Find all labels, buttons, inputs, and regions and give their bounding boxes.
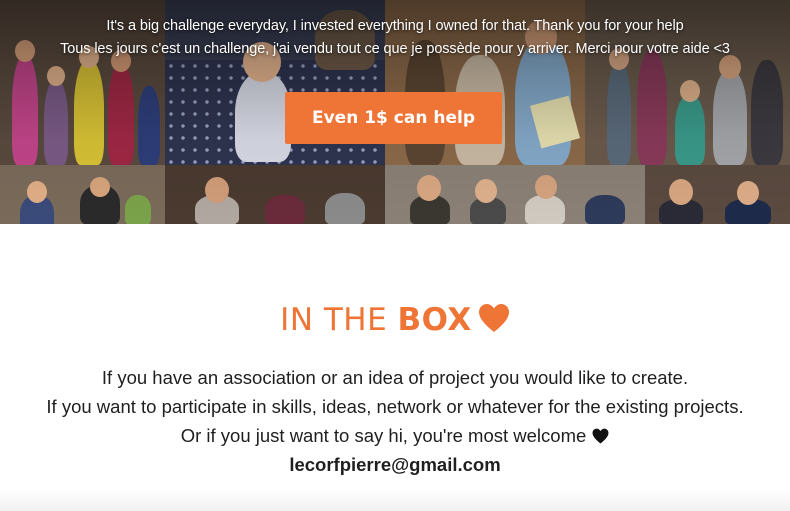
invite-line-say-hi: Or if you just want to say hi, you're mo…	[0, 425, 790, 449]
say-hi-text: Or if you just want to say hi, you're mo…	[180, 425, 587, 446]
hero-english-message: It's a big challenge everyday, I investe…	[106, 18, 684, 34]
heart-icon	[478, 303, 510, 341]
in-the-box-title: IN THE BOX	[0, 302, 790, 341]
invite-line-participate: If you want to participate in skills, id…	[46, 396, 744, 417]
hero-photo-collage: It's a big challenge everyday, I investe…	[0, 0, 790, 224]
black-heart-icon	[592, 427, 609, 449]
title-bold-part: BOX	[397, 302, 472, 338]
invite-line-association: If you have an association or an idea of…	[101, 367, 689, 388]
hero-french-message: Tous les jours c'est un challenge, j'ai …	[60, 41, 730, 57]
section-bottom-fade	[0, 489, 790, 511]
title-light-part: IN THE	[280, 302, 398, 338]
donate-button[interactable]: Even 1$ can help	[285, 92, 502, 144]
contact-email-link[interactable]: lecorfpierre@gmail.com	[0, 454, 790, 476]
